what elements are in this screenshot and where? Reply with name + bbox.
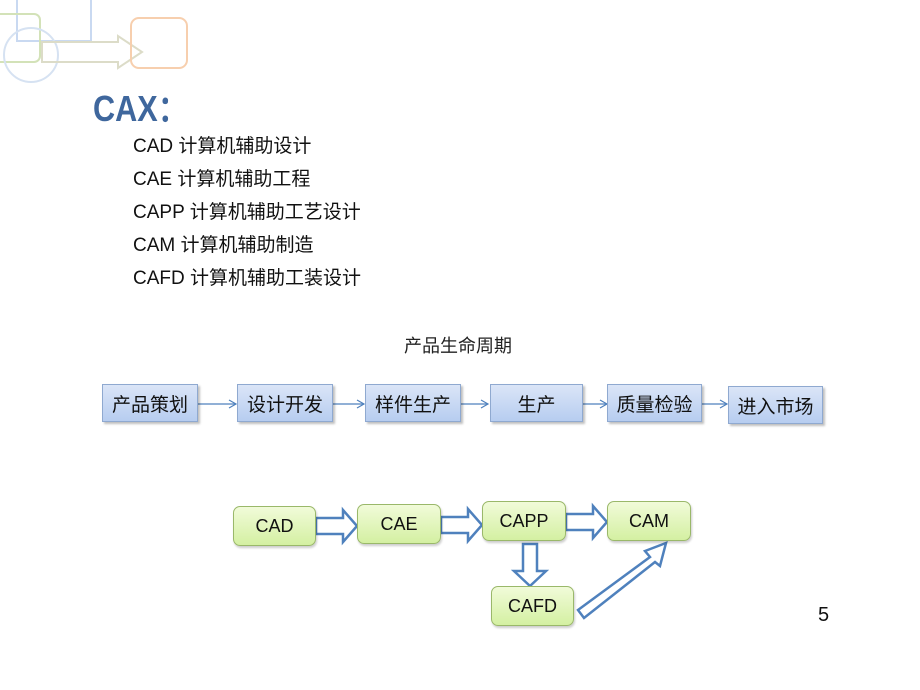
block-arrow-cae-capp xyxy=(439,505,484,545)
cax-node-cafd: CAFD xyxy=(491,586,574,626)
cax-node-cad: CAD xyxy=(233,506,316,546)
block-arrow-cad-cae xyxy=(314,506,359,546)
block-arrow-capp-cafd xyxy=(510,542,550,588)
cax-node-cam: CAM xyxy=(607,501,691,541)
page-number: 5 xyxy=(818,604,830,626)
cax-node-capp: CAPP xyxy=(482,501,566,541)
block-arrow-capp-cam xyxy=(564,502,609,542)
block-arrow-cafd-cam xyxy=(576,540,668,620)
cax-flow-arrows xyxy=(314,502,668,620)
cax-node-cae: CAE xyxy=(357,504,441,544)
